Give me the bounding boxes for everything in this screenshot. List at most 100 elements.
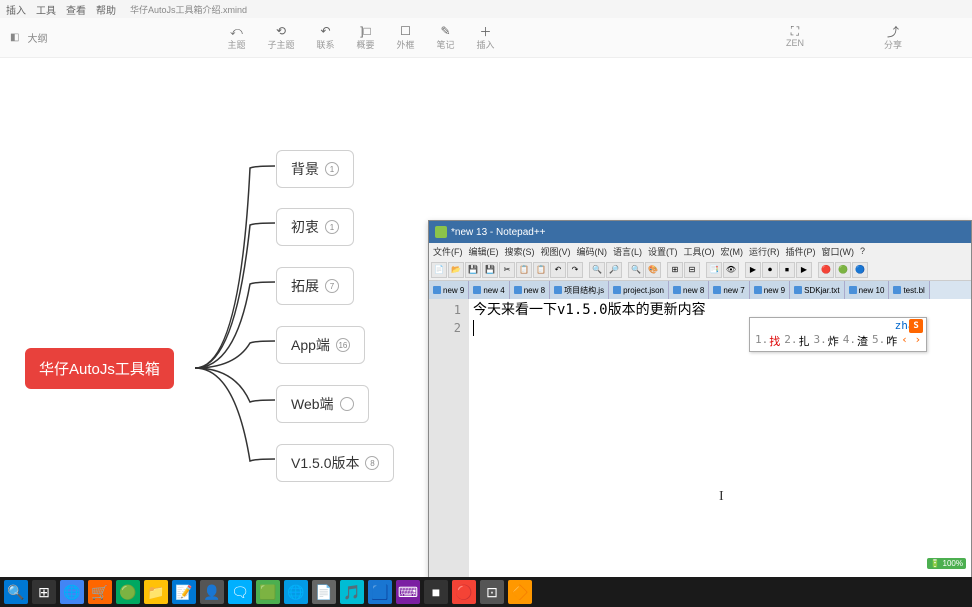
taskbar-app-2[interactable]: 🌐 [60,580,84,604]
taskbar-app-17[interactable]: ⊡ [480,580,504,604]
npp-toolbar-btn-23[interactable]: ⏺ [762,262,778,278]
npp-menu-0[interactable]: 文件(F) [433,245,463,258]
ime-candidate-4[interactable]: 5.咋 [872,333,897,349]
taskbar-app-5[interactable]: 📁 [144,580,168,604]
mindmap-node-app[interactable]: App端16 [276,326,365,364]
npp-toolbar-btn-13[interactable]: 🔍 [628,262,644,278]
npp-tab-4[interactable]: project.json [609,281,669,299]
npp-menu-10[interactable]: 插件(P) [786,245,816,258]
npp-content[interactable]: 今天来看一下v1.5.0版本的更新内容 zhau S 1.找2.扎3.炸4.渣5… [469,299,971,577]
taskbar-app-4[interactable]: 🟢 [116,580,140,604]
menu-insert[interactable]: 插入 [6,2,26,17]
npp-editor[interactable]: 1 2 今天来看一下v1.5.0版本的更新内容 zhau S 1.找2.扎3.炸… [429,299,971,577]
mindmap-node-ext[interactable]: 拓展7 [276,267,354,305]
taskbar-app-13[interactable]: 🟦 [368,580,392,604]
menu-view[interactable]: 查看 [66,2,86,17]
npp-tab-5[interactable]: new 8 [669,281,709,299]
npp-tab-3[interactable]: 项目结构.js [550,281,609,299]
ime-candidate-2[interactable]: 3.炸 [814,333,839,349]
npp-toolbar-btn-8[interactable]: ↷ [567,262,583,278]
npp-tab-8[interactable]: SDKjar.txt [790,281,845,299]
npp-tab-0[interactable]: new 9 [429,281,469,299]
xmind-tool-0[interactable]: ⤺主题 [227,24,245,51]
mindmap-node-bg[interactable]: 背景1 [276,150,354,188]
ime-popup[interactable]: zhau S 1.找2.扎3.炸4.渣5.咋‹ › [749,317,927,352]
npp-toolbar-btn-16[interactable]: ⊞ [667,262,683,278]
taskbar-app-7[interactable]: 👤 [200,580,224,604]
npp-toolbar-btn-10[interactable]: 🔍 [589,262,605,278]
taskbar-app-11[interactable]: 📄 [312,580,336,604]
ime-candidate-0[interactable]: 1.找 [755,333,780,349]
taskbar-app-3[interactable]: 🛒 [88,580,112,604]
ime-candidate-3[interactable]: 4.渣 [843,333,868,349]
npp-toolbar-btn-3[interactable]: 💾 [482,262,498,278]
taskbar-app-18[interactable]: 🔶 [508,580,532,604]
npp-tab-2[interactable]: new 8 [510,281,550,299]
npp-menu-4[interactable]: 编码(N) [577,245,608,258]
npp-menu-2[interactable]: 搜索(S) [505,245,535,258]
xmind-tool-right-0[interactable]: ⛶ZEN [786,24,804,51]
taskbar-app-9[interactable]: 🟩 [256,580,280,604]
npp-menu-1[interactable]: 编辑(E) [469,245,499,258]
mindmap-node-v150[interactable]: V1.5.0版本8 [276,444,394,482]
taskbar-app-8[interactable]: 🗨 [228,580,252,604]
menu-tools[interactable]: 工具 [36,2,56,17]
ime-page-arrows[interactable]: ‹ › [901,333,921,349]
xmind-tool-6[interactable]: ＋插入 [477,24,495,51]
npp-toolbar-btn-17[interactable]: ⊟ [684,262,700,278]
xmind-tool-4[interactable]: ☐外框 [397,24,415,51]
npp-menu-8[interactable]: 宏(M) [721,245,744,258]
npp-toolbar-btn-19[interactable]: 📑 [706,262,722,278]
npp-toolbar-btn-29[interactable]: 🔵 [852,262,868,278]
xmind-tool-3[interactable]: ]□概要 [357,24,375,51]
npp-toolbar-btn-24[interactable]: ⏹ [779,262,795,278]
outline-label[interactable]: 大纲 [27,30,47,45]
xmind-tool-2[interactable]: ↶联系 [316,24,334,51]
npp-menu-7[interactable]: 工具(O) [684,245,715,258]
mindmap-node-web[interactable]: Web端 [276,385,369,423]
npp-titlebar[interactable]: *new 13 - Notepad++ [429,221,971,243]
npp-menu-11[interactable]: 窗口(W) [822,245,855,258]
ime-candidates: 1.找2.扎 3.炸4.渣5.咋‹ › [751,332,925,350]
menu-help[interactable]: 帮助 [96,2,116,17]
npp-toolbar-btn-7[interactable]: ↶ [550,262,566,278]
xmind-tool-right-1[interactable]: ⤴分享 [884,24,902,51]
npp-toolbar-btn-28[interactable]: 🟢 [835,262,851,278]
npp-toolbar-btn-20[interactable]: 👁 [723,262,739,278]
npp-toolbar-btn-4[interactable]: ✂ [499,262,515,278]
npp-toolbar-btn-2[interactable]: 💾 [465,262,481,278]
taskbar-app-10[interactable]: 🌐 [284,580,308,604]
npp-tab-9[interactable]: new 10 [845,281,890,299]
taskbar-app-14[interactable]: ⌨ [396,580,420,604]
npp-toolbar-btn-0[interactable]: 📄 [431,262,447,278]
npp-toolbar-btn-11[interactable]: 🔎 [606,262,622,278]
taskbar-app-1[interactable]: ⊞ [32,580,56,604]
npp-toolbar-btn-1[interactable]: 📂 [448,262,464,278]
outline-toggle-icon[interactable]: ◧ [10,32,19,43]
xmind-tool-1[interactable]: ⟲子主题 [267,24,294,51]
npp-toolbar-btn-6[interactable]: 📋 [533,262,549,278]
taskbar-app-15[interactable]: ■ [424,580,448,604]
npp-menu-6[interactable]: 设置(T) [648,245,678,258]
npp-tab-10[interactable]: test.bl [889,281,929,299]
npp-menu-9[interactable]: 运行(R) [749,245,780,258]
ime-candidate-1[interactable]: 2.扎 [784,333,809,349]
npp-menu-12[interactable]: ? [860,246,865,256]
npp-menu-5[interactable]: 语言(L) [613,245,642,258]
npp-menu-3[interactable]: 视图(V) [541,245,571,258]
npp-toolbar-btn-22[interactable]: ▶ [745,262,761,278]
mindmap-root-node[interactable]: 华仔AutoJs工具箱 [25,348,174,389]
npp-toolbar-btn-27[interactable]: 🔴 [818,262,834,278]
npp-toolbar-btn-5[interactable]: 📋 [516,262,532,278]
npp-toolbar-btn-14[interactable]: 🎨 [645,262,661,278]
npp-tab-6[interactable]: new 7 [709,281,749,299]
npp-toolbar-btn-25[interactable]: ▶ [796,262,812,278]
taskbar-app-0[interactable]: 🔍 [4,580,28,604]
npp-tab-7[interactable]: new 9 [750,281,790,299]
taskbar-app-12[interactable]: 🎵 [340,580,364,604]
xmind-tool-5[interactable]: ✎笔记 [437,24,455,51]
taskbar-app-16[interactable]: 🔴 [452,580,476,604]
taskbar-app-6[interactable]: 📝 [172,580,196,604]
mindmap-node-intent[interactable]: 初衷1 [276,208,354,246]
npp-tab-1[interactable]: new 4 [469,281,509,299]
